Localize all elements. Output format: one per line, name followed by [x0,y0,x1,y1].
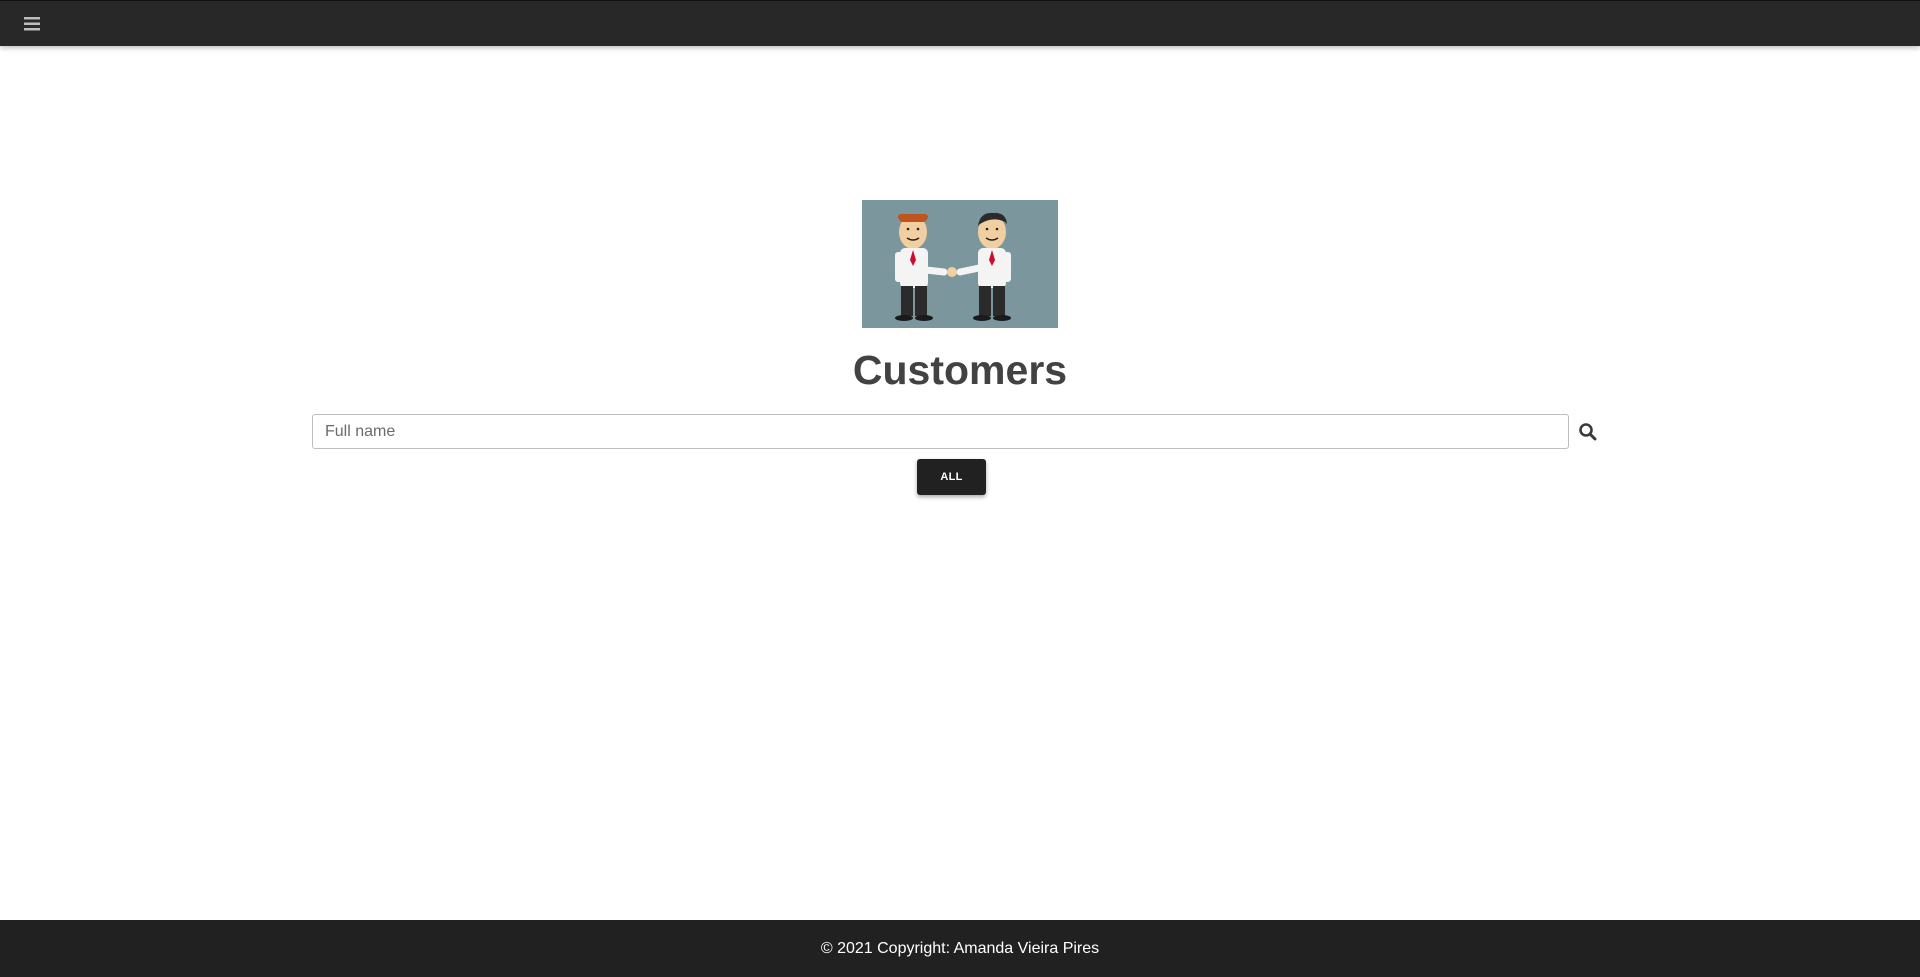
full-name-search-input[interactable] [312,414,1569,449]
search-button[interactable] [1578,421,1598,443]
page-title: Customers [852,347,1068,393]
all-button[interactable]: ALL [917,459,986,495]
top-navbar [0,0,1920,46]
footer: © 2021 Copyright: Amanda Vieira Pires [0,920,1920,977]
search-icon [1579,423,1597,441]
hero-image [862,200,1058,328]
hamburger-menu-icon [24,17,40,31]
handshake-illustration [862,200,1058,328]
copyright-text: © 2021 Copyright: Amanda Vieira Pires [820,940,1100,957]
menu-button[interactable] [21,14,43,34]
